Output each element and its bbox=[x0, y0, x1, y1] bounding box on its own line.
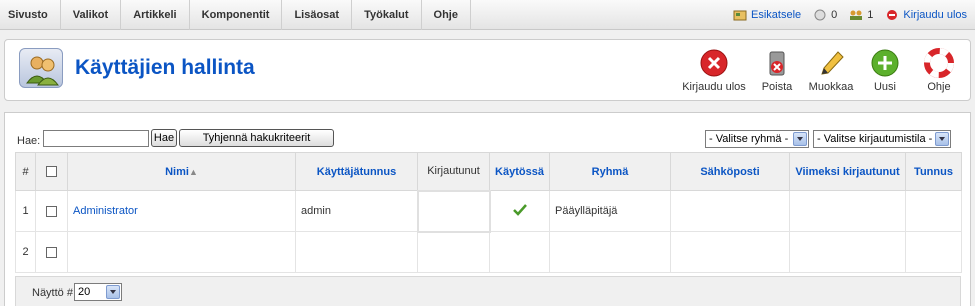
row-num: 2 bbox=[15, 231, 36, 273]
row-enabled bbox=[489, 190, 550, 232]
messages-icon bbox=[814, 9, 826, 21]
page-title: Käyttäjien hallinta bbox=[75, 56, 255, 79]
users-online-count: 1 bbox=[867, 9, 874, 21]
col-num: # bbox=[15, 152, 36, 191]
new-button[interactable]: Uusi bbox=[858, 48, 912, 93]
row-lastvisit bbox=[789, 231, 906, 273]
col-enabled[interactable]: Käytössä bbox=[489, 152, 550, 191]
table-header-row: # Nimi▲ Käyttäjätunnus Kirjautunut Käytö… bbox=[15, 152, 962, 191]
plus-icon bbox=[871, 49, 899, 77]
menu-item-artikkeli[interactable]: Artikkeli bbox=[121, 0, 190, 30]
help-button[interactable]: Ohje bbox=[912, 48, 966, 93]
pencil-icon bbox=[821, 51, 844, 75]
edit-label: Muokkaa bbox=[808, 81, 854, 93]
col-select-all bbox=[35, 152, 68, 191]
menu-item-tyokalut[interactable]: Työkalut bbox=[352, 0, 422, 30]
row-checkbox[interactable] bbox=[46, 205, 57, 217]
preview-icon bbox=[733, 10, 747, 21]
users-online-icon bbox=[850, 10, 863, 20]
new-label: Uusi bbox=[873, 81, 896, 93]
col-group[interactable]: Ryhmä bbox=[549, 152, 671, 191]
row-name bbox=[67, 231, 296, 273]
toolbar: Kirjaudu ulos Poista Muokkaa Uusi Ohje bbox=[678, 48, 966, 93]
col-lastvisit[interactable]: Viimeksi kirjautunut bbox=[789, 152, 906, 191]
table-row: 1 Administrator admin Pääylläpitäjä bbox=[15, 189, 962, 233]
login-status-select[interactable]: - Valitse kirjautumistila - bbox=[813, 130, 951, 148]
checkmark-icon[interactable] bbox=[512, 203, 528, 217]
users-table: # Nimi▲ Käyttäjätunnus Kirjautunut Käytö… bbox=[15, 152, 962, 273]
top-menubar: Sivusto Valikot Artikkeli Komponentit Li… bbox=[0, 0, 975, 30]
messages-count[interactable]: 0 bbox=[831, 9, 837, 21]
users-icon bbox=[19, 48, 63, 88]
row-email bbox=[670, 231, 790, 273]
row-group bbox=[549, 231, 671, 273]
chevron-down-icon bbox=[793, 132, 807, 146]
group-select-value: - Valitse ryhmä - bbox=[709, 133, 789, 145]
row-select bbox=[35, 231, 68, 273]
chevron-down-icon bbox=[935, 132, 949, 146]
row-num: 1 bbox=[15, 190, 36, 232]
chevron-down-icon bbox=[106, 285, 120, 299]
row-select bbox=[35, 190, 68, 232]
display-limit-select[interactable]: 20 bbox=[74, 283, 122, 301]
logout-label: Kirjaudu ulos bbox=[682, 81, 746, 93]
edit-button[interactable]: Muokkaa bbox=[804, 48, 858, 93]
page-header: Käyttäjien hallinta Kirjaudu ulos Poista… bbox=[4, 39, 971, 101]
delete-label: Poista bbox=[761, 81, 793, 93]
reset-button[interactable]: Tyhjennä hakukriteerit bbox=[179, 129, 334, 147]
logout-link[interactable]: Kirjaudu ulos bbox=[903, 9, 967, 21]
lifebuoy-icon bbox=[924, 48, 954, 78]
col-name-label: Nimi bbox=[165, 165, 189, 178]
row-username bbox=[295, 231, 418, 273]
search-input[interactable] bbox=[43, 130, 149, 147]
row-id bbox=[905, 190, 962, 232]
menu-item-lisaosat[interactable]: Lisäosat bbox=[282, 0, 353, 30]
main-panel: Hae: Hae Tyhjennä hakukriteerit - Valits… bbox=[4, 112, 971, 306]
menu-item-komponentit[interactable]: Komponentit bbox=[190, 0, 283, 30]
table-row: 2 bbox=[15, 231, 962, 273]
login-status-select-value: - Valitse kirjautumistila - bbox=[817, 133, 933, 145]
row-username: admin bbox=[295, 190, 418, 232]
preview-link[interactable]: Esikatsele bbox=[751, 9, 801, 21]
menu-item-valikot[interactable]: Valikot bbox=[61, 0, 122, 30]
help-label: Ohje bbox=[927, 81, 951, 93]
logout-button[interactable]: Kirjaudu ulos bbox=[678, 48, 750, 93]
search-label: Hae: bbox=[17, 135, 41, 147]
display-limit-label: Näyttö # bbox=[32, 287, 73, 299]
col-email[interactable]: Sähköposti bbox=[670, 152, 790, 191]
group-select[interactable]: - Valitse ryhmä - bbox=[705, 130, 809, 148]
row-id bbox=[905, 231, 962, 273]
col-loggedin: Kirjautunut bbox=[417, 152, 490, 191]
row-lastvisit bbox=[789, 190, 906, 232]
select-all-checkbox[interactable] bbox=[46, 166, 57, 178]
user-name-link[interactable]: Administrator bbox=[73, 205, 138, 217]
delete-button[interactable]: Poista bbox=[750, 48, 804, 93]
row-loggedin bbox=[416, 189, 491, 233]
logout-icon bbox=[700, 49, 728, 77]
col-name[interactable]: Nimi▲ bbox=[67, 152, 296, 191]
filter-bar: Hae: Hae Tyhjennä hakukriteerit - Valits… bbox=[5, 127, 972, 149]
row-loggedin bbox=[417, 231, 490, 273]
status-area: Esikatsele 0 1 Kirjaudu ulos bbox=[733, 0, 967, 30]
logout-icon bbox=[887, 10, 898, 20]
row-checkbox[interactable] bbox=[46, 246, 57, 258]
display-limit-value: 20 bbox=[78, 286, 91, 298]
sort-asc-icon: ▲ bbox=[188, 166, 198, 177]
search-button[interactable]: Hae bbox=[151, 129, 177, 147]
row-enabled bbox=[489, 231, 550, 273]
row-email bbox=[670, 190, 790, 232]
trash-icon bbox=[769, 51, 785, 76]
table-footer: Näyttö # 20 bbox=[15, 276, 961, 306]
row-group: Pääylläpitäjä bbox=[549, 190, 671, 232]
col-id[interactable]: Tunnus bbox=[905, 152, 962, 191]
menu-item-ohje[interactable]: Ohje bbox=[422, 0, 471, 30]
menu-item-sivusto[interactable]: Sivusto bbox=[0, 0, 61, 30]
row-name: Administrator bbox=[67, 190, 296, 232]
col-username[interactable]: Käyttäjätunnus bbox=[295, 152, 418, 191]
